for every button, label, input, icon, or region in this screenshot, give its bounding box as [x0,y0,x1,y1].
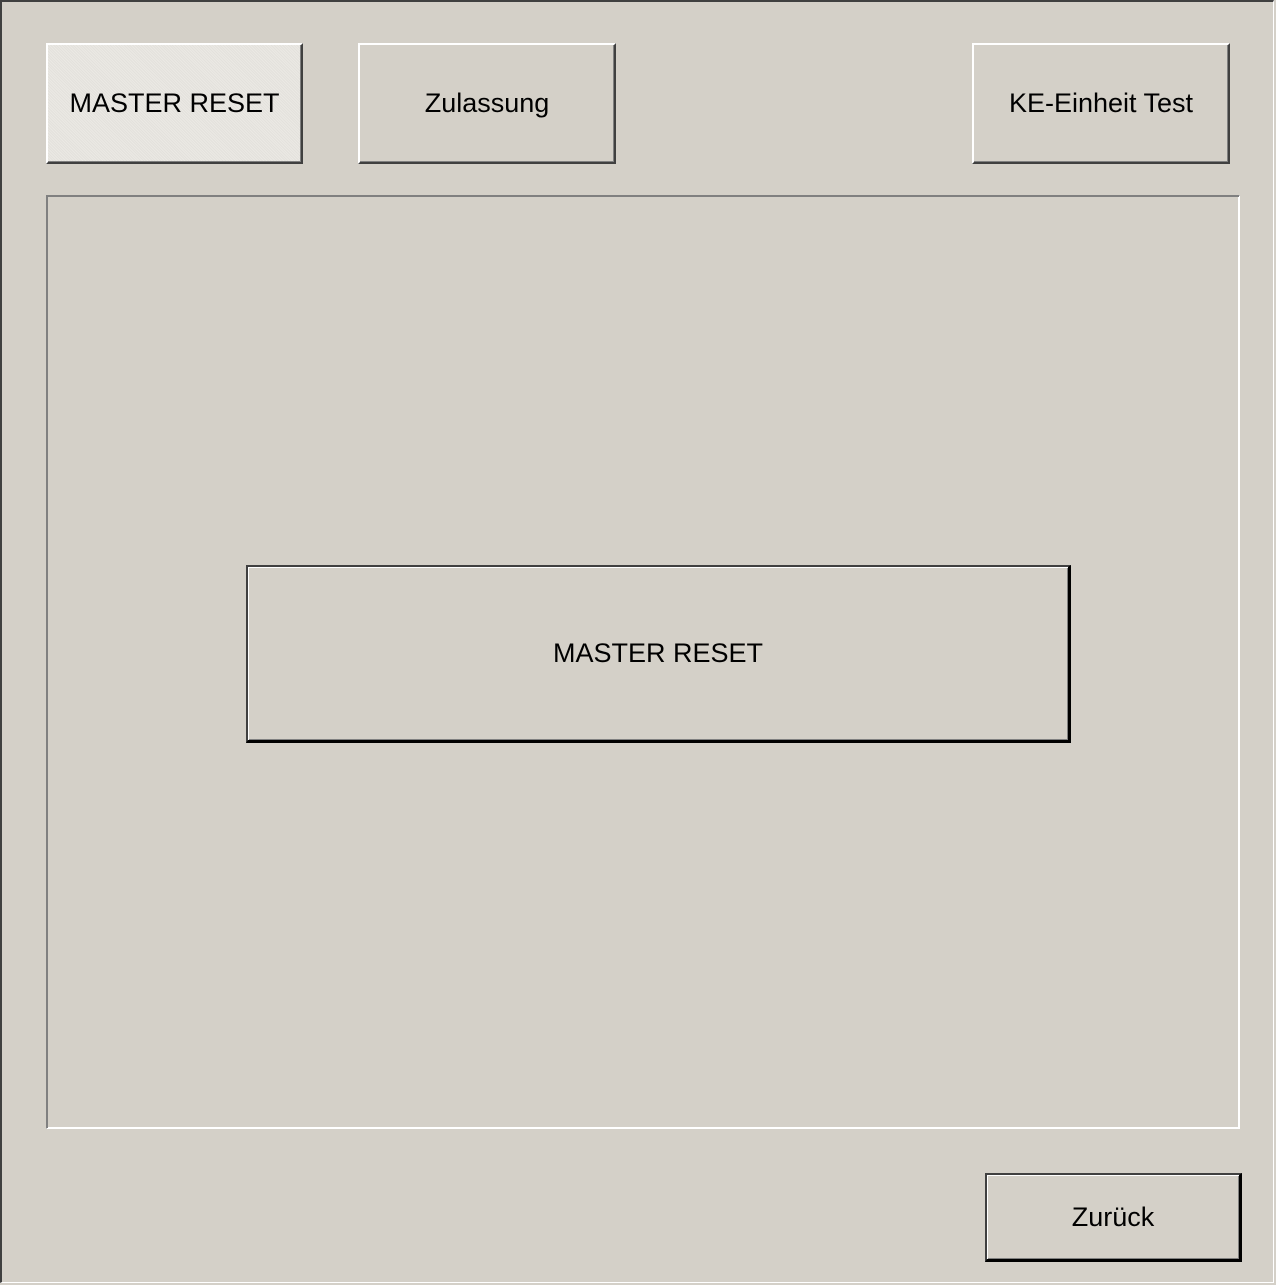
tab-ke-einheit-test-label: KE-Einheit Test [1008,88,1194,118]
content-panel: MASTER RESET [46,195,1240,1129]
tab-master-reset-label: MASTER RESET [69,88,280,118]
tab-master-reset[interactable]: MASTER RESET [46,43,303,164]
master-reset-button-label: MASTER RESET [552,638,764,668]
back-button-label: Zurück [1071,1201,1155,1232]
tab-zulassung[interactable]: Zulassung [358,43,616,164]
main-window: MASTER RESET Zulassung KE-Einheit Test M… [0,0,1274,1283]
master-reset-button[interactable]: MASTER RESET [246,565,1071,743]
back-button[interactable]: Zurück [985,1173,1242,1262]
tab-ke-einheit-test[interactable]: KE-Einheit Test [972,43,1230,164]
tab-zulassung-label: Zulassung [424,88,550,118]
